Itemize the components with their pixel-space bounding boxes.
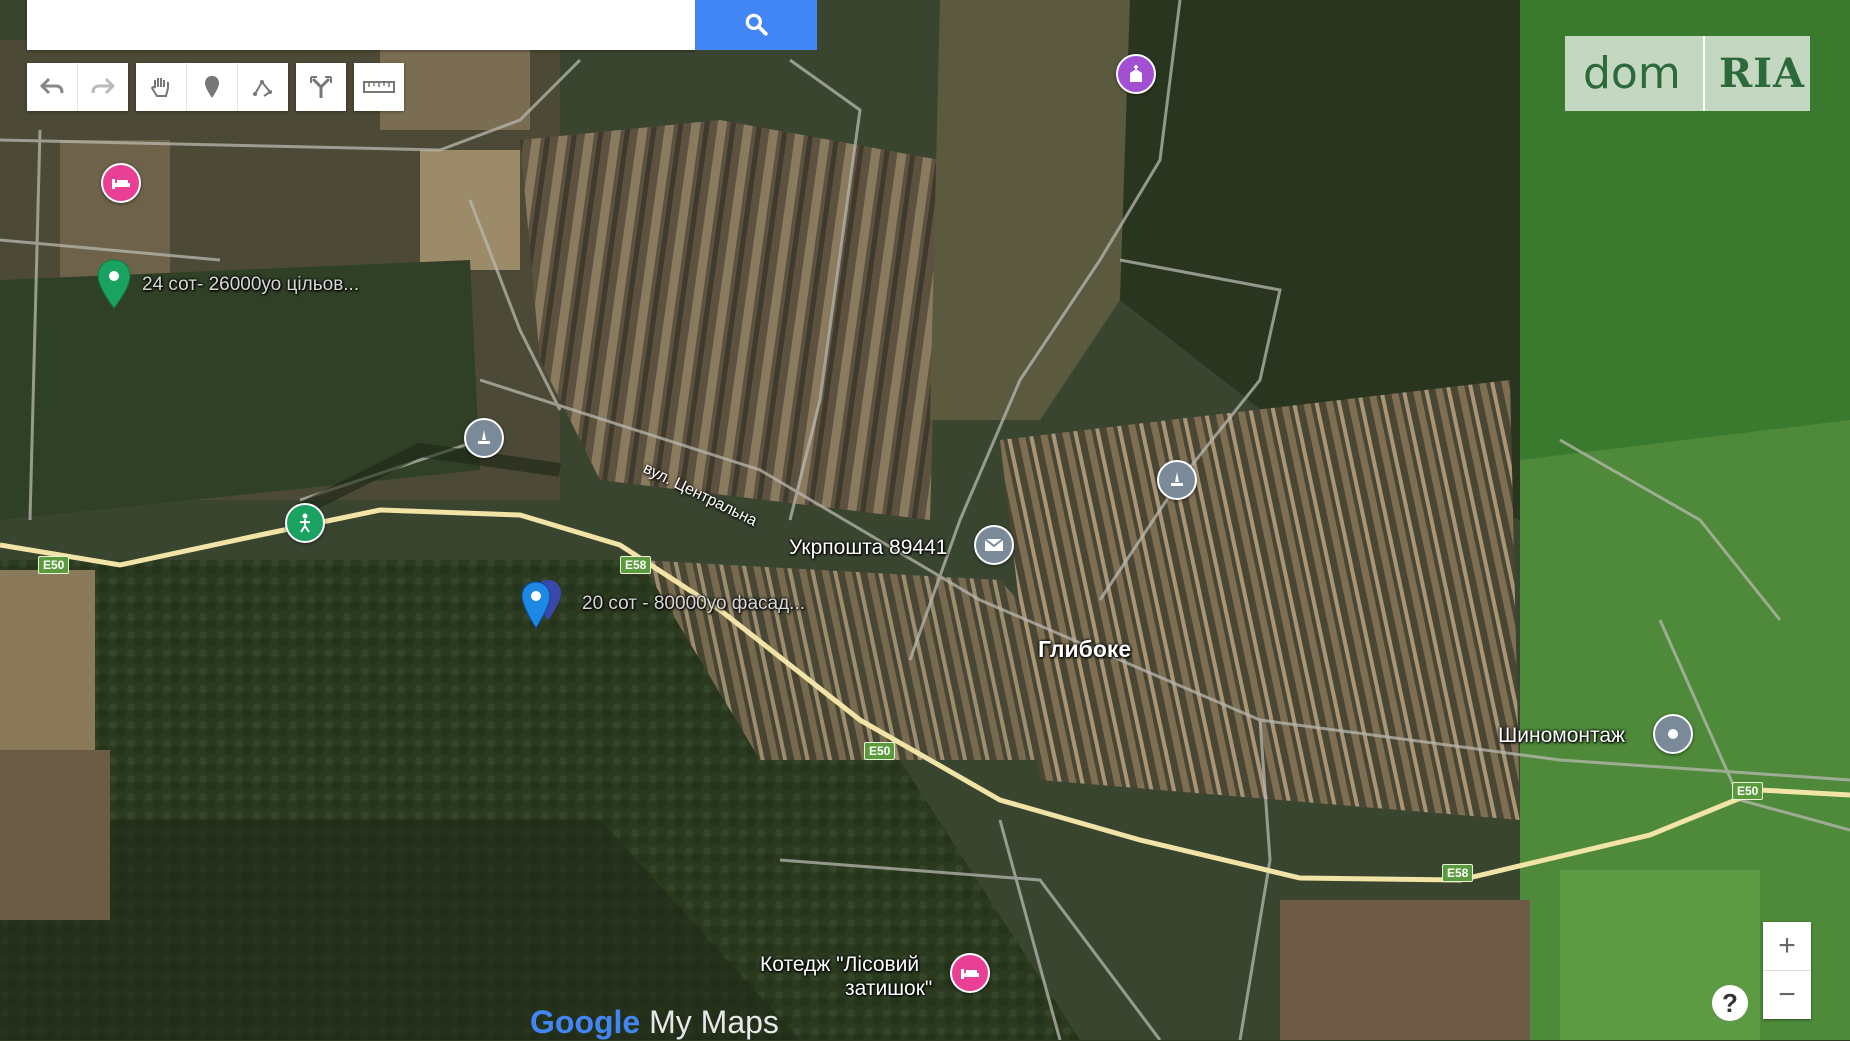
church-marker[interactable] — [1116, 54, 1156, 94]
listing-label-20-sot[interactable]: 20 сот - 80000уо фасад... — [582, 593, 805, 615]
google-wordmark: Google — [530, 1004, 641, 1040]
draw-line-icon — [253, 80, 272, 97]
google-mymaps-attribution: Google My Maps — [530, 1004, 779, 1041]
logo-ria-text: RIA — [1719, 50, 1805, 97]
monument-icon — [478, 430, 490, 444]
road-shield-e50-west: E50 — [38, 556, 70, 574]
listing-pin-blue[interactable] — [516, 578, 572, 634]
zoom-in-button[interactable]: + — [1763, 922, 1811, 971]
measure-group — [354, 63, 404, 111]
add-marker-button[interactable] — [187, 63, 238, 111]
search-bar — [27, 0, 695, 50]
zoom-out-button[interactable]: − — [1763, 971, 1811, 1019]
redo-icon — [91, 77, 116, 95]
bed-icon — [112, 179, 130, 189]
help-button[interactable]: ? — [1712, 985, 1748, 1021]
road-shield-e50-east: E50 — [1732, 782, 1764, 800]
directions-icon — [310, 76, 332, 98]
hotel-marker-cottage[interactable] — [950, 953, 990, 993]
listing-pin-green[interactable] — [96, 258, 132, 310]
cottage-label-line2: затишок" — [845, 977, 933, 1000]
draw-line-button[interactable] — [238, 63, 288, 111]
road-shield-e58-east: E58 — [1442, 864, 1474, 882]
ruler-icon — [363, 81, 395, 93]
zoom-control: + − — [1763, 922, 1811, 1019]
history-group — [27, 63, 128, 111]
search-icon — [745, 13, 768, 36]
monument-icon — [1171, 472, 1183, 486]
hotel-marker-northwest[interactable] — [101, 163, 141, 203]
post-office-marker[interactable] — [974, 525, 1014, 565]
undo-button[interactable] — [27, 63, 78, 111]
hand-icon — [150, 78, 169, 97]
hiking-icon — [300, 513, 310, 533]
listing-label-24-sot[interactable]: 24 сот- 26000уо цільов... — [142, 274, 359, 296]
redo-button[interactable] — [78, 63, 128, 111]
directions-group — [296, 63, 346, 111]
search-button[interactable] — [695, 0, 817, 50]
search-input[interactable] — [27, 0, 695, 50]
mymaps-wordmark: My Maps — [640, 1004, 779, 1040]
undo-icon — [39, 77, 64, 95]
tire-service-marker[interactable] — [1653, 714, 1693, 754]
satellite-map[interactable] — [0, 0, 1850, 1040]
tire-service-label: Шиномонтаж — [1498, 724, 1626, 747]
bed-icon — [961, 969, 979, 979]
directions-button[interactable] — [296, 63, 346, 111]
road-shield-e58-center: E58 — [620, 556, 652, 574]
monument-marker-east[interactable] — [1157, 460, 1197, 500]
tools-group — [136, 63, 288, 111]
village-label-hlyboke: Глибоке — [1038, 636, 1132, 662]
church-icon — [1130, 65, 1142, 82]
road-shield-e50-center: E50 — [864, 742, 896, 760]
marker-icon — [205, 76, 219, 98]
mail-icon — [984, 538, 1004, 551]
measure-button[interactable] — [354, 63, 404, 111]
pan-button[interactable] — [136, 63, 187, 111]
logo-dom-text: dom — [1583, 48, 1681, 99]
post-office-label: Укрпошта 89441 — [789, 536, 948, 559]
cottage-label-line1: Котедж "Лісовий — [760, 953, 920, 976]
monument-marker-west[interactable] — [464, 418, 504, 458]
map-toolbar — [27, 63, 412, 111]
domria-logo: dom RIA — [1565, 36, 1810, 111]
location-dot-icon — [1668, 729, 1678, 739]
park-marker[interactable] — [285, 503, 325, 543]
